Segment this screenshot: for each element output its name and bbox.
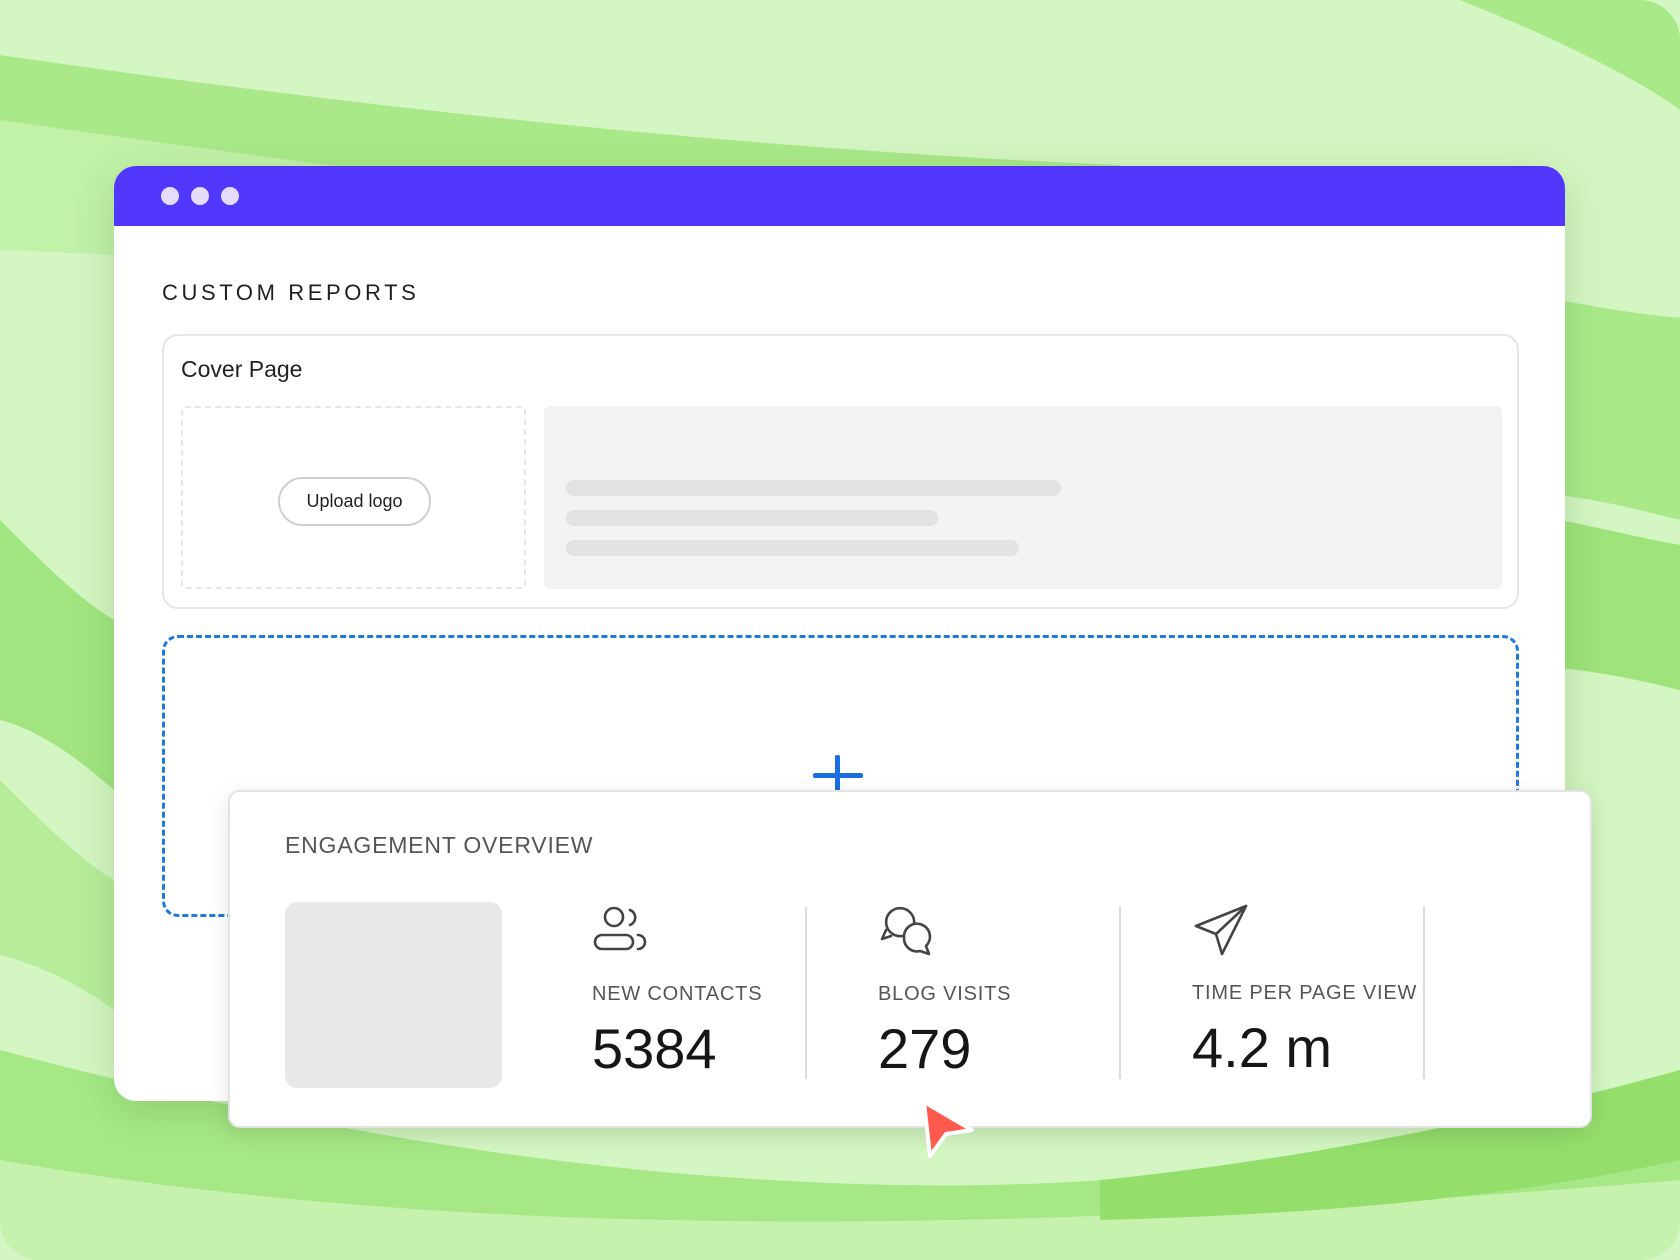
metric-label: BLOG VISITS (878, 983, 1012, 1005)
metric-value: 4.2 m (1192, 1016, 1333, 1079)
window-titlebar (114, 166, 1565, 226)
window-control-dot[interactable] (221, 187, 239, 205)
metric-label: NEW CONTACTS (592, 983, 763, 1005)
window-control-dot[interactable] (161, 187, 179, 205)
chat-bubbles-icon (878, 902, 938, 962)
overview-title: ENGAGEMENT OVERVIEW (285, 832, 594, 858)
divider (1119, 907, 1121, 1079)
skeleton-line (566, 480, 1061, 496)
divider (1423, 907, 1425, 1079)
cover-page-title: Cover Page (181, 356, 303, 382)
skeleton-line (566, 510, 938, 526)
page-title: CUSTOM REPORTS (162, 280, 420, 305)
contacts-icon (592, 902, 652, 962)
divider (805, 907, 807, 1079)
metric-label: TIME PER PAGE VIEW (1192, 982, 1418, 1004)
paper-plane-icon (1192, 902, 1252, 962)
cover-preview-placeholder (544, 406, 1502, 589)
metric-value: 279 (878, 1017, 972, 1080)
upload-logo-button[interactable]: Upload logo (278, 477, 431, 526)
logo-dropzone[interactable]: Upload logo (181, 406, 526, 589)
pointer-cursor-icon (918, 1098, 978, 1160)
metric-value: 5384 (592, 1017, 717, 1080)
engagement-overview-card[interactable]: ENGAGEMENT OVERVIEW NEW CONTACTS 5384 BL… (228, 790, 1592, 1128)
cover-page-card: Cover Page Upload logo (162, 334, 1519, 609)
overview-thumbnail-placeholder (285, 902, 502, 1088)
skeleton-line (566, 540, 1019, 556)
window-control-dot[interactable] (191, 187, 209, 205)
